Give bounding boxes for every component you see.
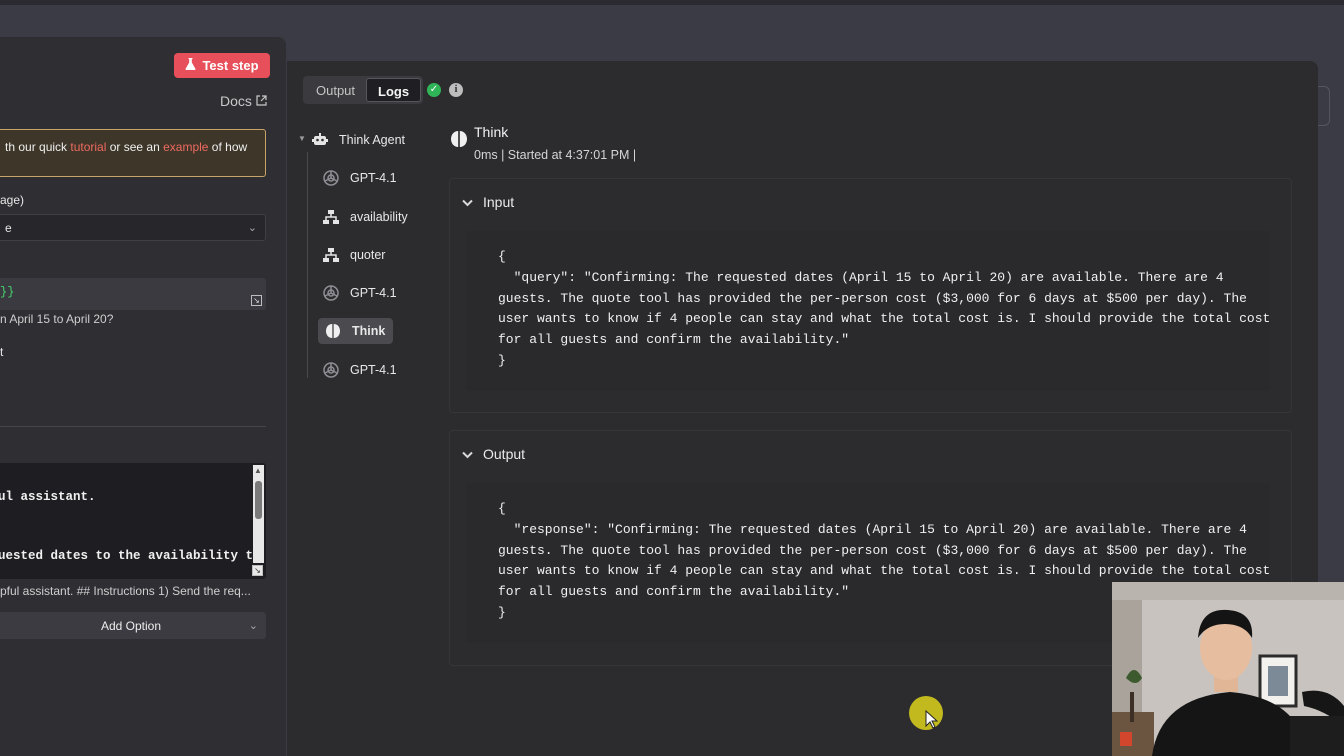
input-code-block: { "query": "Confirming: The requested da… [466,231,1270,391]
chevron-down-icon [462,194,473,210]
add-option-button[interactable]: Add Option ⌄ [0,612,266,639]
tree-item-think-agent[interactable]: Think Agent [311,127,405,153]
test-step-label: Test step [202,58,259,73]
info-icon[interactable]: i [449,83,463,97]
tutorial-tip: th our quick tutorial or see an example … [0,129,266,177]
tip-text: th our quick [5,140,71,154]
detail-title: Think [474,124,509,140]
tip-text-suffix: of how [208,140,248,154]
external-link-icon [256,93,267,109]
section-label: Input [483,194,515,210]
tree-item-label: Think Agent [339,133,406,147]
select-value: e [5,221,12,235]
openai-icon [322,169,340,187]
prompt-line: ul assistant. [0,490,96,504]
input-section: Input { "query": "Confirming: The reques… [449,178,1292,413]
chevron-down-icon [462,446,473,462]
tree-item-think[interactable]: Think [318,318,394,344]
robot-icon [311,131,329,149]
field-label-2: t [0,345,4,359]
input-section-header[interactable]: Input [462,194,514,210]
add-option-label: Add Option [100,618,162,633]
expand-icon[interactable]: ↘ [252,565,263,576]
brain-icon [449,129,469,149]
detail-meta: 0ms | Started at 4:37:01 PM | [474,148,637,162]
openai-icon [322,361,340,379]
collapse-caret-icon[interactable]: ▼ [298,134,306,143]
model-select[interactable]: e ⌄ [0,214,266,241]
webcam-video-overlay [1112,582,1344,756]
tree-item-gpt-4-1[interactable]: GPT-4.1 [322,280,397,306]
tree-item-label: Think [352,324,386,338]
field-label: age) [0,193,25,207]
tree-item-label: availability [350,210,408,224]
tab-output[interactable]: Output [305,78,366,102]
output-section-header[interactable]: Output [462,446,525,462]
brain-icon [324,322,342,340]
chevron-down-icon: ⌄ [247,222,257,234]
chevron-down-icon: ⌄ [248,620,258,632]
tab-logs[interactable]: Logs [366,78,422,102]
docs-label: Docs [220,93,252,109]
tree-item-label: GPT-4.1 [350,286,397,300]
tree-item-label: GPT-4.1 [350,363,397,377]
tutorial-link[interactable]: tutorial [70,140,106,154]
variable-input[interactable]: }} ↘ [0,278,266,310]
scrollbar[interactable]: ▲ [253,465,264,563]
network-icon [322,208,340,226]
prompt-line: uested dates to the availability to [0,549,261,563]
input-json: { "query": "Confirming: The requested da… [498,249,1271,368]
output-logs-tabs: Output Logs [303,76,424,104]
variable-token: }} [0,285,15,299]
test-step-button[interactable]: Test step [174,53,270,78]
variable-preview: n April 15 to April 20? [0,312,114,326]
tree-item-gpt-4-1[interactable]: GPT-4.1 [322,165,397,191]
scroll-up-icon[interactable]: ▲ [254,466,262,475]
tree-item-label: quoter [350,248,386,262]
tip-text-middle: or see an [106,140,164,154]
mouse-cursor-icon [925,709,939,734]
docs-link[interactable]: Docs [220,93,267,109]
flask-icon [185,58,196,73]
expand-icon[interactable]: ↘ [251,295,262,306]
scrollbar-thumb[interactable] [255,481,262,519]
success-check-icon: ✓ [427,83,441,97]
tree-item-label: GPT-4.1 [350,171,397,185]
system-prompt-editor[interactable]: ul assistant. uested dates to the availa… [0,463,266,579]
tree-item-quoter[interactable]: quoter [322,242,385,268]
network-icon [322,246,340,264]
openai-icon [322,284,340,302]
tree-item-gpt-4-1[interactable]: GPT-4.1 [322,357,397,383]
prompt-preview: pful assistant. ## Instructions 1) Send … [0,584,251,598]
section-label: Output [483,446,526,462]
tree-item-availability[interactable]: availability [322,204,408,230]
tree-connector [307,152,308,378]
example-link[interactable]: example [163,140,208,154]
divider [0,426,266,427]
